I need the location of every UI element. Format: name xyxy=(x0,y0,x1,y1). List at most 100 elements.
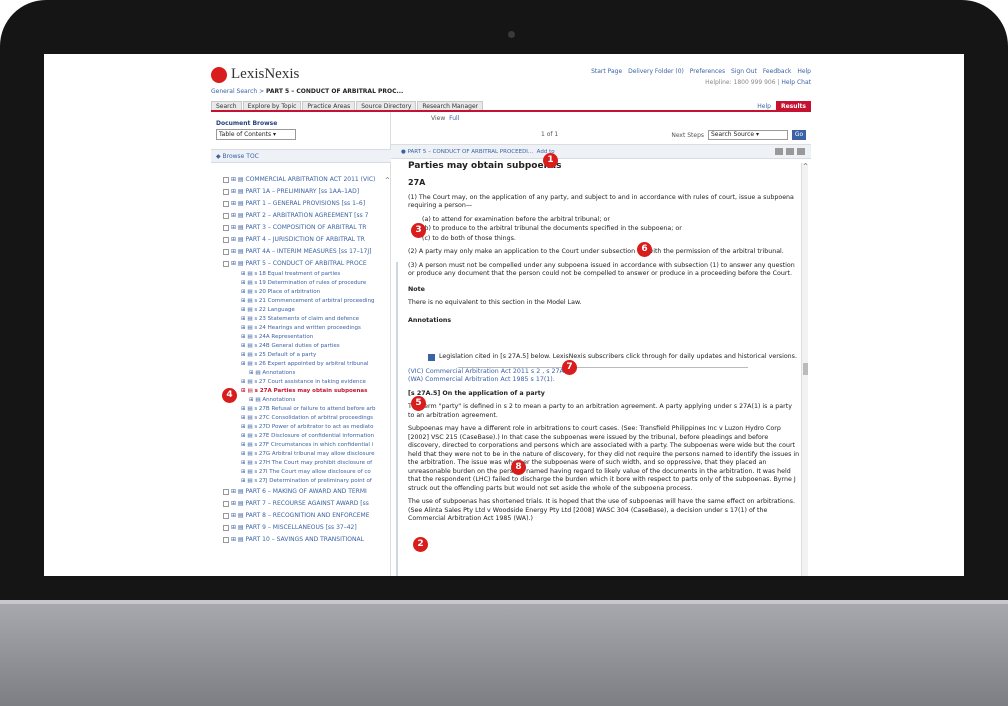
toc-item[interactable]: ⊞ ▤ s 24 Hearings and written proceeding… xyxy=(223,324,386,333)
citation-wa[interactable]: (WA) Commercial Arbitration Act 1985 s 1… xyxy=(408,376,800,385)
expand-icon[interactable]: ⊞ ▤ xyxy=(231,512,246,519)
print-icon[interactable] xyxy=(775,148,783,155)
toc-item[interactable]: ⊞ ▤ PART 8 – RECOGNITION AND ENFORCEME xyxy=(223,510,386,522)
expand-icon[interactable]: ⊞ ▤ xyxy=(231,500,246,507)
toc-checkbox[interactable] xyxy=(223,224,229,231)
expand-icon[interactable]: ⊞ ▤ xyxy=(231,488,246,495)
email-icon[interactable] xyxy=(786,148,794,155)
toc-item[interactable]: ⊞ ▤ s 27J Determination of preliminary p… xyxy=(223,477,386,486)
toc-item[interactable]: ⊞ ▤ PART 4 – JURISDICTION OF ARBITRAL TR xyxy=(223,234,386,246)
expand-icon[interactable]: ⊞ ▤ xyxy=(231,536,246,543)
browse-toc-link[interactable]: ◆ Browse TOC xyxy=(216,153,259,160)
toc-checkbox[interactable] xyxy=(223,188,229,195)
toc-item[interactable]: ⊞ ▤ PART 10 – SAVINGS AND TRANSITIONAL xyxy=(223,534,386,546)
toc-checkbox[interactable] xyxy=(223,524,229,531)
toc-item[interactable]: ⊞ ▤ s 18 Equal treatment of parties xyxy=(223,270,386,279)
tree-scroll-up-icon[interactable]: ^ xyxy=(385,177,390,184)
preferences-link[interactable]: Preferences xyxy=(690,68,725,75)
expand-icon[interactable]: ⊞ ▤ xyxy=(249,370,262,376)
expand-icon[interactable]: ⊞ ▤ xyxy=(241,334,254,340)
toc-item[interactable]: ⊞ ▤ s 27B Refusal or failure to attend b… xyxy=(223,405,386,414)
tab-help[interactable]: Help xyxy=(752,101,776,110)
toc-item[interactable]: ⊞ ▤ s 19 Determination of rules of proce… xyxy=(223,279,386,288)
toc-item[interactable]: ⊞ ▤ PART 4A – INTERIM MEASURES [ss 17–17… xyxy=(223,246,386,258)
expand-icon[interactable]: ⊞ ▤ xyxy=(231,260,246,267)
sign-out-link[interactable]: Sign Out xyxy=(731,68,757,75)
expand-icon[interactable]: ⊞ ▤ xyxy=(241,424,254,430)
expand-icon[interactable]: ⊞ ▤ xyxy=(241,361,254,367)
toc-item[interactable]: ⊞ ▤ s 27F Circumstances in which confide… xyxy=(223,441,386,450)
tab-research-manager[interactable]: Research Manager xyxy=(417,101,484,110)
expand-icon[interactable]: ⊞ ▤ xyxy=(231,188,246,195)
toc-item[interactable]: ⊞ ▤ s 24B General duties of parties xyxy=(223,342,386,351)
expand-icon[interactable]: ⊞ ▤ xyxy=(241,415,254,421)
tab-source-directory[interactable]: Source Directory xyxy=(356,101,417,110)
expand-icon[interactable]: ⊞ ▤ xyxy=(241,478,254,484)
expand-icon[interactable]: ⊞ ▤ xyxy=(241,469,254,475)
toc-checkbox[interactable] xyxy=(223,176,229,183)
save-icon[interactable] xyxy=(797,148,805,155)
toc-item[interactable]: ⊞ ▤ s 27C Consolidation of arbitral proc… xyxy=(223,414,386,423)
expand-icon[interactable]: ⊞ ▤ xyxy=(231,236,246,243)
toc-checkbox[interactable] xyxy=(223,260,229,267)
expand-icon[interactable]: ⊞ ▤ xyxy=(231,224,246,231)
expand-icon[interactable]: ⊞ ▤ xyxy=(241,379,254,385)
toc-item[interactable]: ⊞ ▤ s 27G Arbitral tribunal may allow di… xyxy=(223,450,386,459)
expand-icon[interactable]: ⊞ ▤ xyxy=(241,460,254,466)
toc-item[interactable]: ⊞ ▤ Annotations xyxy=(223,369,386,378)
toc-checkbox[interactable] xyxy=(223,512,229,519)
toc-item[interactable]: ⊞ ▤ PART 5 – CONDUCT OF ARBITRAL PROCE xyxy=(223,258,386,270)
tab-results[interactable]: Results xyxy=(775,101,811,110)
source-select[interactable]: Search Source ▾ xyxy=(708,130,788,140)
expand-icon[interactable]: ⊞ ▤ xyxy=(241,406,254,412)
toc-item[interactable]: ⊞ ▤ PART 1A – PRELIMINARY [ss 1AA–1AD] xyxy=(223,186,386,198)
toc-item[interactable]: ⊞ ▤ PART 1 – GENERAL PROVISIONS [ss 1–6] xyxy=(223,198,386,210)
toc-item[interactable]: ⊞ ▤ PART 9 – MISCELLANEOUS [ss 37–42] xyxy=(223,522,386,534)
help-link[interactable]: Help xyxy=(797,68,811,75)
tab-practice-areas[interactable]: Practice Areas xyxy=(302,101,356,110)
delivery-folder-link[interactable]: Delivery Folder (0) xyxy=(628,68,684,75)
expand-icon[interactable]: ⊞ ▤ xyxy=(231,212,246,219)
expand-icon[interactable]: ⊞ ▤ xyxy=(231,248,246,255)
toc-item[interactable]: ⊞ ▤ s 27E Disclosure of confidential inf… xyxy=(223,432,386,441)
toc-checkbox[interactable] xyxy=(223,536,229,543)
feedback-link[interactable]: Feedback xyxy=(763,68,792,75)
expand-icon[interactable]: ⊞ ▤ xyxy=(231,200,246,207)
expand-icon[interactable]: ⊞ ▤ xyxy=(241,352,254,358)
expand-icon[interactable]: ⊞ ▤ xyxy=(241,289,254,295)
scroll-thumb[interactable] xyxy=(803,363,808,375)
tab-search[interactable]: Search xyxy=(211,101,242,110)
toc-item[interactable]: ⊞ ▤ PART 3 – COMPOSITION OF ARBITRAL TR xyxy=(223,222,386,234)
toc-checkbox[interactable] xyxy=(223,500,229,507)
toc-item[interactable]: ⊞ ▤ s 27I The Court may allow disclosure… xyxy=(223,468,386,477)
toc-item[interactable]: ⊞ ▤ s 26 Expert appointed by arbitral tr… xyxy=(223,360,386,369)
expand-icon[interactable]: ⊞ ▤ xyxy=(241,307,254,313)
citation-vic[interactable]: (VIC) Commercial Arbitration Act 2011 s … xyxy=(408,368,800,377)
expand-icon[interactable]: ⊞ ▤ xyxy=(231,524,246,531)
scroll-up-icon[interactable]: ^ xyxy=(802,163,809,170)
toc-item[interactable]: ⊞ ▤ Annotations xyxy=(223,396,386,405)
toc-item[interactable]: ⊞ ▤ s 27H The Court may prohibit disclos… xyxy=(223,459,386,468)
toc-item[interactable]: ⊞ ▤ s 20 Place of arbitration xyxy=(223,288,386,297)
toc-item[interactable]: ⊞ ▤ s 25 Default of a party xyxy=(223,351,386,360)
breadcrumb-root[interactable]: General Search xyxy=(211,88,257,95)
tab-explore-by-topic[interactable]: Explore by Topic xyxy=(242,101,302,110)
expand-icon[interactable]: ⊞ ▤ xyxy=(241,298,254,304)
expand-icon[interactable]: ⊞ ▤ xyxy=(241,442,254,448)
toc-select[interactable]: Table of Contents ▾ xyxy=(216,129,296,140)
toc-item[interactable]: ⊞ ▤ s 22 Language xyxy=(223,306,386,315)
toc-item[interactable]: ⊞ ▤ PART 7 – RECOURSE AGAINST AWARD [ss xyxy=(223,498,386,510)
toc-item[interactable]: ⊞ ▤ s 27D Power of arbitrator to act as … xyxy=(223,423,386,432)
expand-icon[interactable]: ⊞ ▤ xyxy=(241,433,254,439)
view-full-link[interactable]: Full xyxy=(449,115,459,122)
toc-item[interactable]: ⊞ ▤ COMMERCIAL ARBITRATION ACT 2011 (VIC… xyxy=(223,174,386,186)
content-scrollbar[interactable]: ^ xyxy=(801,163,808,576)
logo[interactable]: LexisNexis xyxy=(211,66,299,83)
expand-icon[interactable]: ⊞ ▤ xyxy=(241,388,255,394)
expand-icon[interactable]: ⊞ ▤ xyxy=(241,325,254,331)
toc-item[interactable]: ⊞ ▤ PART 6 – MAKING OF AWARD AND TERMI xyxy=(223,486,386,498)
toc-checkbox[interactable] xyxy=(223,488,229,495)
expand-icon[interactable]: ⊞ ▤ xyxy=(241,280,254,286)
toc-item[interactable]: ⊞ ▤ s 27 Court assistance in taking evid… xyxy=(223,378,386,387)
toc-checkbox[interactable] xyxy=(223,200,229,207)
